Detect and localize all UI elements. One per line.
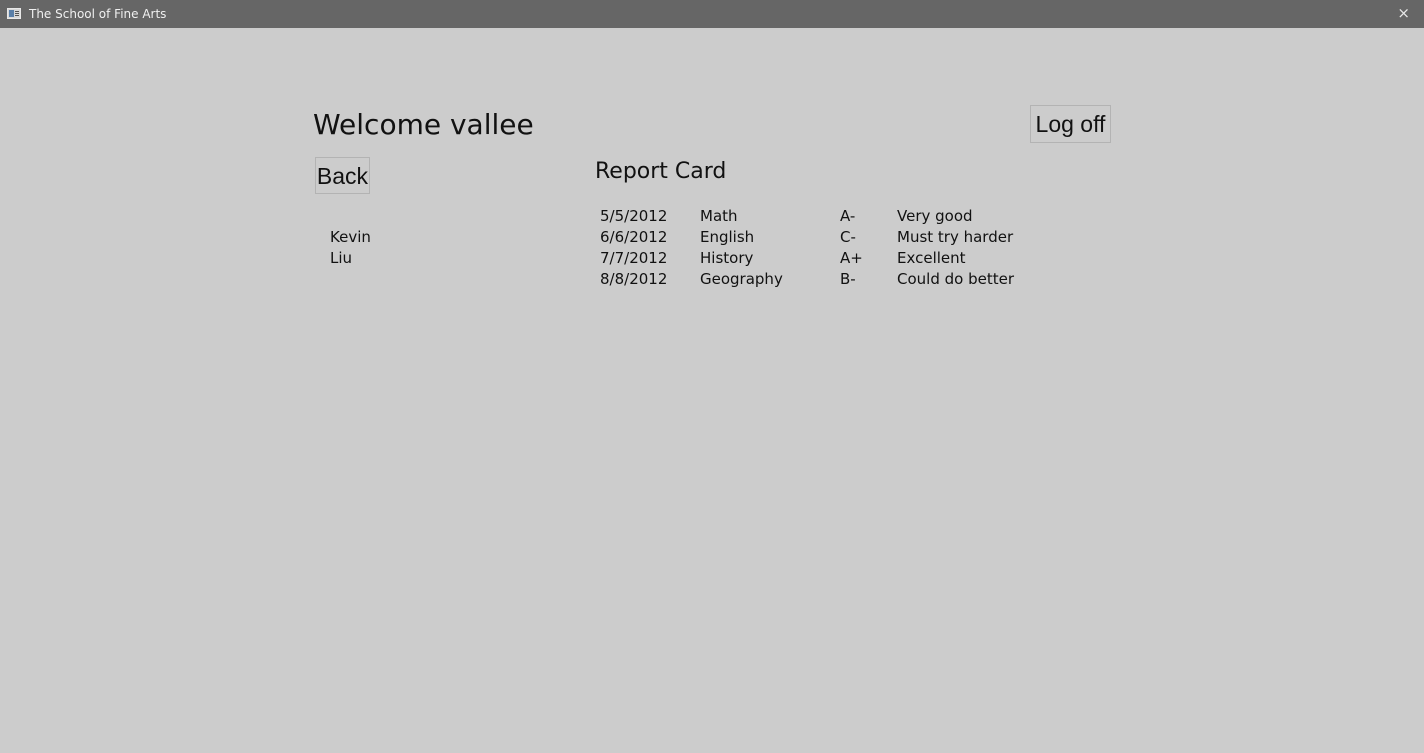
report-card-table: 5/5/2012 Math A- Very good 6/6/2012 Engl… xyxy=(600,206,1040,290)
grade-cell: A+ xyxy=(840,249,863,267)
log-off-button[interactable]: Log off xyxy=(1030,105,1111,143)
grade-cell: A- xyxy=(840,207,856,225)
grade-cell: C- xyxy=(840,228,856,246)
back-button[interactable]: Back xyxy=(315,157,370,194)
date-cell: 5/5/2012 xyxy=(600,207,668,225)
grade-cell: B- xyxy=(840,270,856,288)
comment-cell: Excellent xyxy=(897,249,966,267)
table-row: 8/8/2012 Geography B- Could do better xyxy=(600,269,1040,290)
subject-cell: Math xyxy=(700,207,738,225)
app-icon xyxy=(7,8,21,19)
date-cell: 8/8/2012 xyxy=(600,270,668,288)
comment-cell: Very good xyxy=(897,207,973,225)
table-row: 5/5/2012 Math A- Very good xyxy=(600,206,1040,227)
subject-cell: Geography xyxy=(700,270,783,288)
subject-cell: English xyxy=(700,228,755,246)
date-cell: 6/6/2012 xyxy=(600,228,668,246)
table-row: 7/7/2012 History A+ Excellent xyxy=(600,248,1040,269)
report-card-title: Report Card xyxy=(595,159,727,184)
student-list: Kevin Liu xyxy=(330,227,371,269)
student-first-name[interactable]: Kevin xyxy=(330,227,371,248)
close-icon[interactable]: × xyxy=(1397,4,1410,22)
title-bar: The School of Fine Arts × xyxy=(0,0,1424,28)
comment-cell: Must try harder xyxy=(897,228,1014,246)
comment-cell: Could do better xyxy=(897,270,1014,288)
date-cell: 7/7/2012 xyxy=(600,249,668,267)
window-title: The School of Fine Arts xyxy=(29,7,167,21)
student-last-name[interactable]: Liu xyxy=(330,248,371,269)
subject-cell: History xyxy=(700,249,754,267)
table-row: 6/6/2012 English C- Must try harder xyxy=(600,227,1040,248)
welcome-heading: Welcome vallee xyxy=(313,108,534,141)
